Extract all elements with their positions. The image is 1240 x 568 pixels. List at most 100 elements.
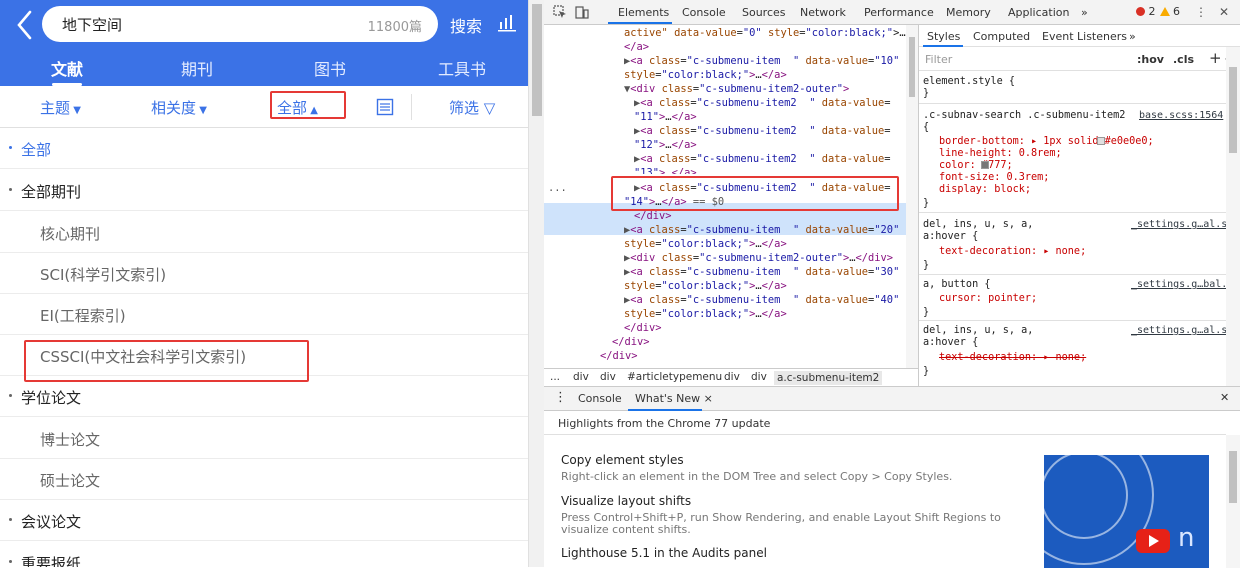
breadcrumb-item[interactable]: div <box>751 371 767 383</box>
menu-item[interactable]: 硕士论文 <box>0 459 528 500</box>
dom-line[interactable]: ▶<a class="c-submenu-item2 " data-value= <box>634 96 891 110</box>
play-video-icon[interactable] <box>1136 529 1170 553</box>
css-property[interactable]: line-height: 0.8rem; <box>939 148 1062 160</box>
tab-books[interactable]: 图书 <box>314 56 346 80</box>
feature-title[interactable]: Copy element styles <box>561 453 684 467</box>
tab-journals[interactable]: 期刊 <box>181 56 213 80</box>
menu-item[interactable]: SCI(科学引文索引) <box>0 253 528 294</box>
inspect-element-icon[interactable] <box>553 5 567 19</box>
device-toolbar-icon[interactable] <box>575 5 589 19</box>
drawer-menu-icon[interactable]: ⋮ <box>554 390 567 405</box>
dom-line[interactable]: ▶<a class="c-submenu-item2 " data-value= <box>634 124 891 138</box>
dom-line[interactable]: active" data-value="0" style="color:blac… <box>624 26 906 40</box>
css-property[interactable]: cursor: pointer; <box>939 293 1037 305</box>
more-options-icon[interactable]: ⋮ <box>1195 5 1207 19</box>
drawer-tab-console[interactable]: Console <box>578 392 622 405</box>
breadcrumb-item-selected[interactable]: a.c-submenu-item2 <box>774 371 883 385</box>
tab-computed[interactable]: Computed <box>973 30 1030 43</box>
drawer-tab-whats-new[interactable]: What's New × <box>635 392 713 405</box>
close-devtools-icon[interactable]: ✕ <box>1219 5 1229 19</box>
dom-line[interactable]: "12">…</a> <box>634 138 697 152</box>
tab-reference-books[interactable]: 工具书 <box>438 56 486 80</box>
filter-input[interactable]: Filter <box>925 53 952 66</box>
css-property-overridden[interactable]: text-decoration: ▸ none; <box>939 352 1086 364</box>
styles-scrollbar[interactable] <box>1226 47 1240 386</box>
rule-source-link[interactable]: _settings.g…al.scss:104 <box>1131 219 1240 230</box>
close-drawer-icon[interactable]: ✕ <box>1220 391 1229 404</box>
scrollbar-thumb[interactable] <box>532 4 542 116</box>
filter-relevance[interactable]: 相关度 ▼ <box>151 97 207 118</box>
styles-tabs-overflow[interactable]: » <box>1129 30 1136 43</box>
tab-network[interactable]: Network <box>800 6 846 19</box>
tab-application[interactable]: Application <box>1008 6 1069 19</box>
breadcrumb-item[interactable]: div <box>600 371 616 383</box>
menu-item[interactable]: 重要报纸 <box>0 542 528 567</box>
breadcrumb-item[interactable]: div <box>724 371 740 383</box>
new-rule-icon[interactable]: + <box>1209 49 1222 67</box>
css-property[interactable]: border-bottom: ▸ 1px solid #e0e0e0; <box>939 136 1154 148</box>
scrollbar-thumb[interactable] <box>1229 451 1237 503</box>
tab-memory[interactable]: Memory <box>946 6 991 19</box>
feature-title[interactable]: Visualize layout shifts <box>561 494 691 508</box>
dom-line[interactable]: ▶<a class="c-submenu-item " data-value="… <box>624 293 899 307</box>
menu-item[interactable]: 学位论文 <box>0 376 528 417</box>
class-toggle[interactable]: .cls <box>1173 53 1194 66</box>
scrollbar-thumb[interactable] <box>909 37 915 97</box>
bar-chart-icon[interactable] <box>497 12 517 32</box>
dom-line[interactable]: </div> <box>624 321 662 335</box>
dom-line[interactable]: ▶<a class="c-submenu-item " data-value="… <box>624 54 899 68</box>
rule-source-link[interactable]: _settings.g…al.scss:104 <box>1131 325 1240 336</box>
menu-item[interactable]: 全部 <box>0 128 528 169</box>
rule-selector[interactable]: del, ins, u, s, a, a:hover { <box>923 325 1033 349</box>
rule-selector[interactable]: element.style { <box>923 76 1015 88</box>
dom-line[interactable]: ▶<a class="c-submenu-item " data-value="… <box>624 265 899 279</box>
dom-line[interactable]: ▶<div class="c-submenu-item2-outer">…</d… <box>624 251 893 265</box>
color-swatch[interactable] <box>1097 137 1105 145</box>
dom-line[interactable]: ▶<a class="c-submenu-item2 " data-value= <box>634 152 891 166</box>
breadcrumb-item[interactable]: div <box>573 371 589 383</box>
hover-state-toggle[interactable]: :hov <box>1137 53 1164 66</box>
dom-line[interactable]: ▶<a class="c-submenu-item " data-value="… <box>624 223 899 237</box>
rule-source-link[interactable]: _settings.g…bal.scss:98 <box>1131 279 1240 290</box>
rule-selector[interactable]: del, ins, u, s, a, a:hover { <box>923 219 1033 243</box>
tab-elements[interactable]: Elements <box>618 6 669 19</box>
dom-line[interactable]: "13">…</a> <box>634 166 697 174</box>
rule-selector[interactable]: .c-subnav-search .c-submenu-item2 <box>923 110 1125 122</box>
menu-item[interactable]: 全部期刊 <box>0 170 528 211</box>
rule-source-link[interactable]: base.scss:1564 <box>1139 110 1223 121</box>
styles-filter[interactable]: Filter :hov .cls + ◢ <box>919 47 1240 71</box>
back-arrow-icon[interactable] <box>14 8 38 42</box>
promo-video-thumbnail[interactable]: n <box>1044 455 1209 568</box>
dom-line[interactable]: </div> <box>600 349 638 363</box>
css-property[interactable]: display: block; <box>939 184 1031 196</box>
search-button[interactable]: 搜索 <box>450 13 482 37</box>
filter-screen[interactable]: 筛选 ▽ <box>449 97 495 118</box>
scrollbar-thumb[interactable] <box>1229 67 1237 153</box>
dom-line[interactable]: style="color:black;">…</a> <box>624 68 787 82</box>
tab-literature[interactable]: 文献 <box>51 56 83 80</box>
feature-title[interactable]: Lighthouse 5.1 in the Audits panel <box>561 546 767 560</box>
breadcrumb-item[interactable]: #articletypemenu <box>627 371 722 383</box>
page-scrollbar[interactable] <box>528 0 544 567</box>
dom-line[interactable]: ▼<div class="c-submenu-item2-outer"> <box>624 82 849 96</box>
dom-line[interactable]: </a> <box>624 40 649 54</box>
dom-line[interactable]: </div> <box>634 209 672 223</box>
dom-line[interactable]: style="color:black;">…</a> <box>624 279 787 293</box>
tabs-overflow-button[interactable]: » <box>1081 6 1088 19</box>
tab-performance[interactable]: Performance <box>864 6 934 19</box>
tab-event-listeners[interactable]: Event Listeners <box>1042 30 1127 43</box>
tab-console[interactable]: Console <box>682 6 726 19</box>
css-property[interactable]: color: #777; <box>939 160 1013 172</box>
dom-line[interactable]: style="color:black;">…</a> <box>624 307 787 321</box>
color-swatch[interactable] <box>981 161 989 169</box>
css-property[interactable]: text-decoration: ▸ none; <box>939 246 1086 258</box>
dom-line[interactable]: style="color:black;">…</a> <box>624 237 787 251</box>
dom-line[interactable]: "11">…</a> <box>634 110 697 124</box>
elements-scrollbar[interactable] <box>906 25 918 368</box>
menu-item[interactable]: 博士论文 <box>0 418 528 459</box>
tab-sources[interactable]: Sources <box>742 6 786 19</box>
list-view-icon[interactable] <box>376 98 394 116</box>
search-input[interactable]: 地下空间 11800篇 <box>42 6 438 42</box>
rule-selector[interactable]: a, button { <box>923 279 990 291</box>
filter-topic[interactable]: 主题 ▼ <box>40 97 81 118</box>
